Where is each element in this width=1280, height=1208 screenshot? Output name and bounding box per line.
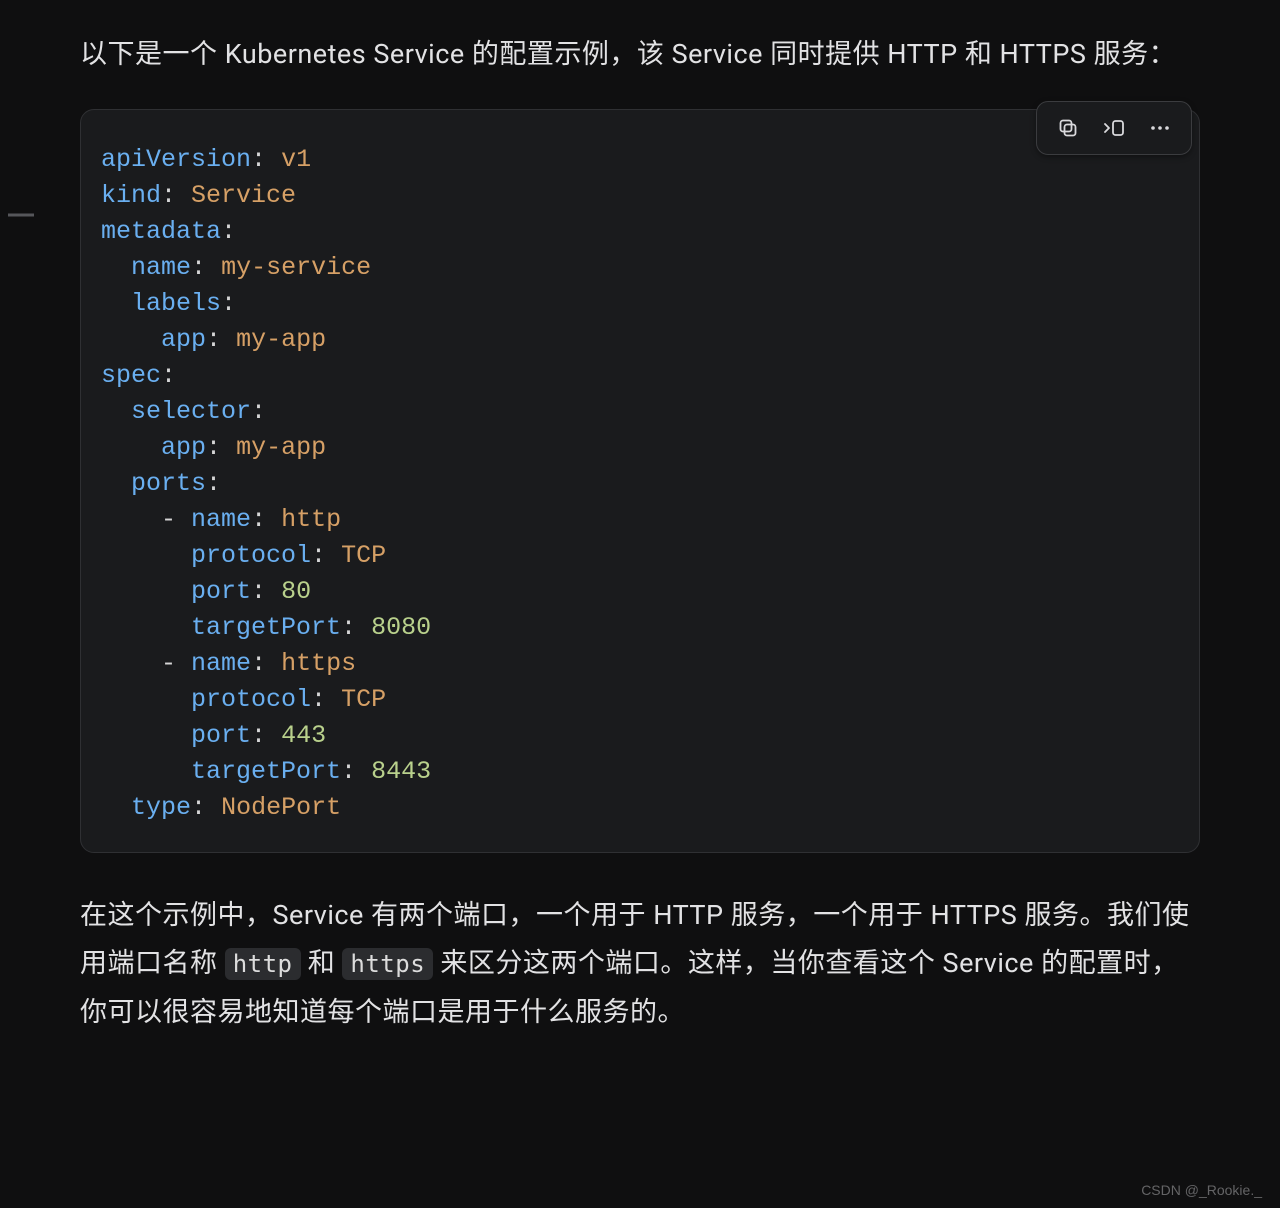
yaml-key: targetPort — [191, 613, 341, 642]
code-actions-toolbar — [1036, 101, 1192, 155]
copy-icon — [1056, 116, 1080, 140]
yaml-key: targetPort — [191, 757, 341, 786]
yaml-value: Service — [191, 181, 296, 210]
yaml-value: my-app — [236, 325, 326, 354]
intro-paragraph: 以下是一个 Kubernetes Service 的配置示例，该 Service… — [80, 30, 1200, 79]
yaml-value: http — [281, 505, 341, 534]
yaml-key: port — [191, 577, 251, 606]
outro-paragraph: 在这个示例中，Service 有两个端口，一个用于 HTTP 服务，一个用于 H… — [80, 891, 1200, 1037]
insert-icon — [1101, 116, 1127, 140]
insert-button[interactable] — [1091, 108, 1137, 148]
yaml-key: port — [191, 721, 251, 750]
yaml-value: TCP — [341, 685, 386, 714]
yaml-value: https — [281, 649, 356, 678]
yaml-value: my-service — [221, 253, 371, 282]
yaml-key: ports — [131, 469, 206, 498]
code-block-wrapper: apiVersion: v1 kind: Service metadata: n… — [80, 109, 1200, 853]
yaml-key: name — [191, 649, 251, 678]
yaml-value: TCP — [341, 541, 386, 570]
yaml-key: name — [191, 505, 251, 534]
yaml-key: type — [131, 793, 191, 822]
outro-text: 和 — [301, 947, 343, 979]
yaml-value: 443 — [281, 721, 326, 750]
yaml-key: selector — [131, 397, 251, 426]
watermark: CSDN @_Rookie._ — [1141, 1182, 1262, 1198]
yaml-value: v1 — [281, 145, 311, 174]
yaml-key: protocol — [191, 685, 311, 714]
more-icon — [1148, 116, 1172, 140]
inline-code-https: https — [342, 948, 433, 980]
inline-code-http: http — [225, 948, 301, 980]
yaml-key: kind — [101, 181, 161, 210]
yaml-value: 8443 — [371, 757, 431, 786]
more-button[interactable] — [1137, 108, 1183, 148]
yaml-code-block[interactable]: apiVersion: v1 kind: Service metadata: n… — [80, 109, 1200, 853]
yaml-key: spec — [101, 361, 161, 390]
yaml-value: 80 — [281, 577, 311, 606]
yaml-key: metadata — [101, 217, 221, 246]
yaml-key: app — [161, 433, 206, 462]
yaml-value: NodePort — [221, 793, 341, 822]
article-body: 以下是一个 Kubernetes Service 的配置示例，该 Service… — [0, 0, 1280, 1066]
yaml-value: 8080 — [371, 613, 431, 642]
yaml-key: name — [131, 253, 191, 282]
left-margin-mark — [0, 200, 40, 240]
yaml-key: apiVersion — [101, 145, 251, 174]
yaml-key: protocol — [191, 541, 311, 570]
yaml-value: my-app — [236, 433, 326, 462]
copy-button[interactable] — [1045, 108, 1091, 148]
yaml-key: labels — [131, 289, 221, 318]
yaml-key: app — [161, 325, 206, 354]
